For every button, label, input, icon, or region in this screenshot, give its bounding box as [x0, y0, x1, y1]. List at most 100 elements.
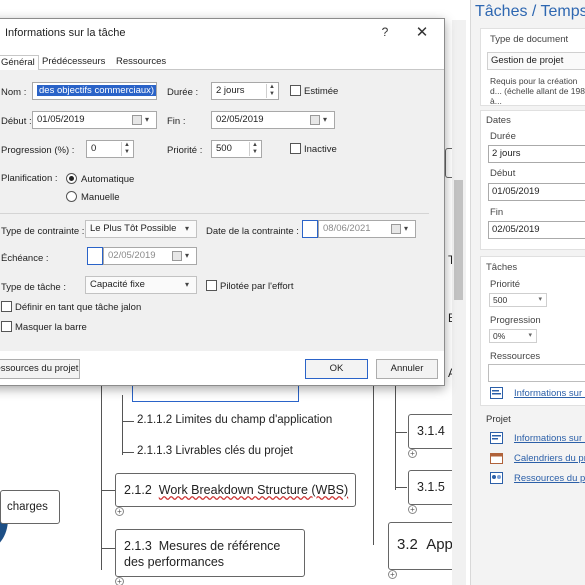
constraint-date-label: Date de la contrainte :	[206, 226, 299, 237]
effort-driven-checkbox[interactable]	[206, 280, 217, 291]
pane-resources-label: Ressources	[490, 351, 541, 362]
milestone-label: Définir en tant que tâche jalon	[15, 302, 142, 313]
constraint-date-checkbox[interactable]	[302, 220, 318, 238]
cancel-button[interactable]: Annuler	[376, 359, 438, 379]
expand-icon[interactable]: +	[388, 570, 397, 579]
start-value: 01/05/2019	[37, 114, 85, 125]
document-type-description: Requis pour la création d... (échelle al…	[490, 76, 585, 106]
pane-duration-field[interactable]: 2 jours	[488, 145, 585, 163]
deadline-field[interactable]: 02/05/2019 ▾	[103, 247, 197, 265]
wbs-box-charges[interactable]: charges	[0, 490, 60, 524]
connector-line	[101, 380, 102, 570]
project-section-title: Projet	[486, 414, 511, 425]
wbs-number: 3.1.5	[417, 480, 445, 494]
tab-predecessors[interactable]: Prédécesseurs	[39, 55, 108, 70]
deadline-checkbox[interactable]	[87, 247, 103, 265]
wbs-box-2-1-3[interactable]: 2.1.3 Mesures de référence des performan…	[115, 529, 305, 577]
wbs-box-2-1-2[interactable]: 2.1.2 Work Breakdown Structure (WBS)	[115, 473, 356, 507]
pane-resources-field[interactable]	[488, 364, 585, 382]
wbs-item-2-1-1-3[interactable]: 2.1.1.3 Livrables clés du projet	[137, 445, 293, 457]
calendar-icon	[490, 453, 503, 464]
wbs-box-3-1-4[interactable]: 3.1.4 S	[408, 414, 460, 449]
end-label: Fin :	[167, 116, 186, 127]
wbs-number: 3.2	[397, 536, 418, 553]
task-type-select[interactable]: Capacité fixe ▾	[85, 276, 197, 294]
task-info-link[interactable]: Informations sur la...	[514, 388, 585, 399]
pane-priority-label: Priorité	[490, 279, 521, 290]
project-info-link[interactable]: Informations sur le...	[514, 433, 585, 444]
name-field[interactable]: des objectifs commerciaux)	[32, 82, 157, 100]
progress-label: Progression (%) :	[1, 145, 75, 156]
priority-field[interactable]: 500 ▲ ▼	[211, 140, 262, 158]
duration-field[interactable]: 2 jours ▲ ▼	[211, 82, 279, 100]
project-resources-button[interactable]: Ressources du projet	[0, 359, 80, 379]
connector-line	[395, 385, 396, 490]
wbs-label: Work Breakdown Structure (WBS)	[158, 483, 349, 497]
pane-progress-label: Progression	[490, 315, 541, 326]
diagram-scrollbar-thumb[interactable]	[454, 180, 463, 300]
wbs-box-3-2[interactable]: 3.2 App	[388, 522, 458, 570]
inactive-checkbox[interactable]	[290, 143, 301, 154]
connector-line	[122, 452, 134, 453]
tasks-section-title: Tâches	[486, 262, 518, 273]
expand-icon[interactable]: +	[115, 507, 124, 516]
dates-section-title: Dates	[486, 115, 511, 126]
wbs-label: App	[426, 536, 453, 553]
wbs-number: 2.1.2	[124, 483, 152, 497]
tab-resources[interactable]: Ressources	[113, 55, 169, 70]
chevron-down-icon[interactable]: ▾	[140, 114, 154, 126]
project-resources-link[interactable]: Ressources du proj...	[514, 473, 585, 484]
tab-general[interactable]: Général	[0, 55, 39, 71]
connector-line	[395, 487, 407, 488]
wbs-item-2-1-1-2[interactable]: 2.1.1.2 Limites du champ d'application	[137, 414, 332, 426]
wbs-box-title: 3.2 App	[397, 536, 453, 553]
wbs-box-title: 3.1.5 C	[417, 479, 461, 495]
project-calendars-link[interactable]: Calendriers du pro...	[514, 453, 585, 464]
constraint-date-field[interactable]: 08/06/2021 ▾	[318, 220, 416, 238]
constraint-type-label: Type de contrainte :	[1, 226, 85, 237]
constraint-date-value: 08/06/2021	[323, 223, 371, 234]
pane-end-field[interactable]: 02/05/2019	[488, 221, 585, 239]
progress-spinner[interactable]: ▲ ▼	[121, 142, 132, 156]
chevron-down-icon[interactable]: ▾	[180, 250, 194, 262]
help-button[interactable]: ?	[377, 25, 393, 41]
chevron-down-icon[interactable]: ▾	[399, 223, 413, 235]
deadline-value: 02/05/2019	[108, 250, 156, 261]
estimated-checkbox[interactable]	[290, 85, 301, 96]
pane-start-field[interactable]: 01/05/2019	[488, 183, 585, 201]
scheduling-manual-radio[interactable]	[66, 191, 77, 202]
ok-button[interactable]: OK	[305, 359, 368, 379]
constraint-type-select[interactable]: Le Plus Tôt Possible ▾	[85, 220, 197, 238]
task-info-icon	[490, 387, 503, 399]
inactive-label: Inactive	[304, 144, 337, 155]
duration-spinner[interactable]: ▲ ▼	[266, 84, 277, 98]
priority-label: Priorité :	[167, 145, 203, 156]
name-value: des objectifs commerciaux)	[37, 85, 156, 96]
progress-field[interactable]: 0 ▲ ▼	[86, 140, 134, 158]
document-type-select[interactable]: Gestion de projet	[487, 52, 585, 70]
priority-spinner[interactable]: ▲ ▼	[249, 142, 260, 156]
scheduling-auto-radio[interactable]	[66, 173, 77, 184]
name-label: Nom :	[1, 87, 27, 98]
end-field[interactable]: 02/05/2019 ▾	[211, 111, 335, 129]
expand-icon[interactable]: +	[115, 577, 124, 585]
pane-priority-select[interactable]: 500 ▾	[489, 293, 547, 307]
close-button[interactable]: ✕	[413, 24, 431, 42]
pane-progress-value: 0%	[493, 331, 506, 341]
chevron-down-icon[interactable]: ▾	[318, 114, 332, 126]
diagram-scrollbar[interactable]	[452, 20, 466, 585]
milestone-checkbox[interactable]	[1, 301, 12, 312]
deadline-label: Échéance :	[1, 253, 49, 264]
connector-line	[122, 395, 123, 455]
expand-icon[interactable]: +	[408, 505, 417, 514]
pane-progress-select[interactable]: 0% ▾	[489, 329, 537, 343]
hide-bar-checkbox[interactable]	[1, 321, 12, 332]
document-type-label: Type de document	[490, 34, 569, 45]
expand-icon[interactable]: +	[408, 449, 417, 458]
duration-label: Durée :	[167, 87, 199, 98]
wbs-box-3-1-5[interactable]: 3.1.5 C	[408, 470, 461, 505]
dialog-titlebar[interactable]: Informations sur la tâche ? ✕	[0, 19, 444, 47]
estimated-label: Estimée	[304, 86, 339, 97]
constraint-type-value: Le Plus Tôt Possible	[90, 223, 177, 234]
start-field[interactable]: 01/05/2019 ▾	[32, 111, 157, 129]
